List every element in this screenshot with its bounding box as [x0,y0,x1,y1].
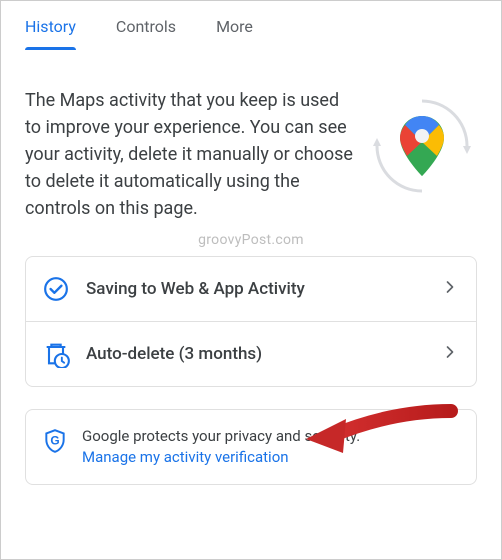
tab-controls[interactable]: Controls [116,17,176,50]
chevron-right-icon [440,277,460,302]
tab-history[interactable]: History [25,17,76,50]
page-description: The Maps activity that you keep is used … [25,87,355,222]
saving-label: Saving to Web & App Activity [86,279,424,299]
checkmark-circle-icon [42,275,70,303]
manage-verification-link[interactable]: Manage my activity verification [82,448,289,466]
chevron-right-icon [440,342,460,367]
autodelete-label: Auto-delete (3 months) [86,344,424,364]
auto-delete-icon [42,340,70,368]
tab-more[interactable]: More [216,17,253,50]
privacy-info-text: Google protects your privacy and securit… [82,427,360,445]
google-shield-icon: G [42,428,68,454]
watermark-text: groovyPost.com [25,232,477,248]
autodelete-row[interactable]: Auto-delete (3 months) [26,321,476,386]
privacy-info-card: G Google protects your privacy and secur… [25,409,477,485]
svg-text:G: G [50,433,59,447]
saving-row[interactable]: Saving to Web & App Activity [26,257,476,321]
tabs-bar: History Controls More [1,1,501,51]
maps-refresh-icon [367,91,477,201]
settings-card: Saving to Web & App Activity Auto-delete… [25,256,477,387]
